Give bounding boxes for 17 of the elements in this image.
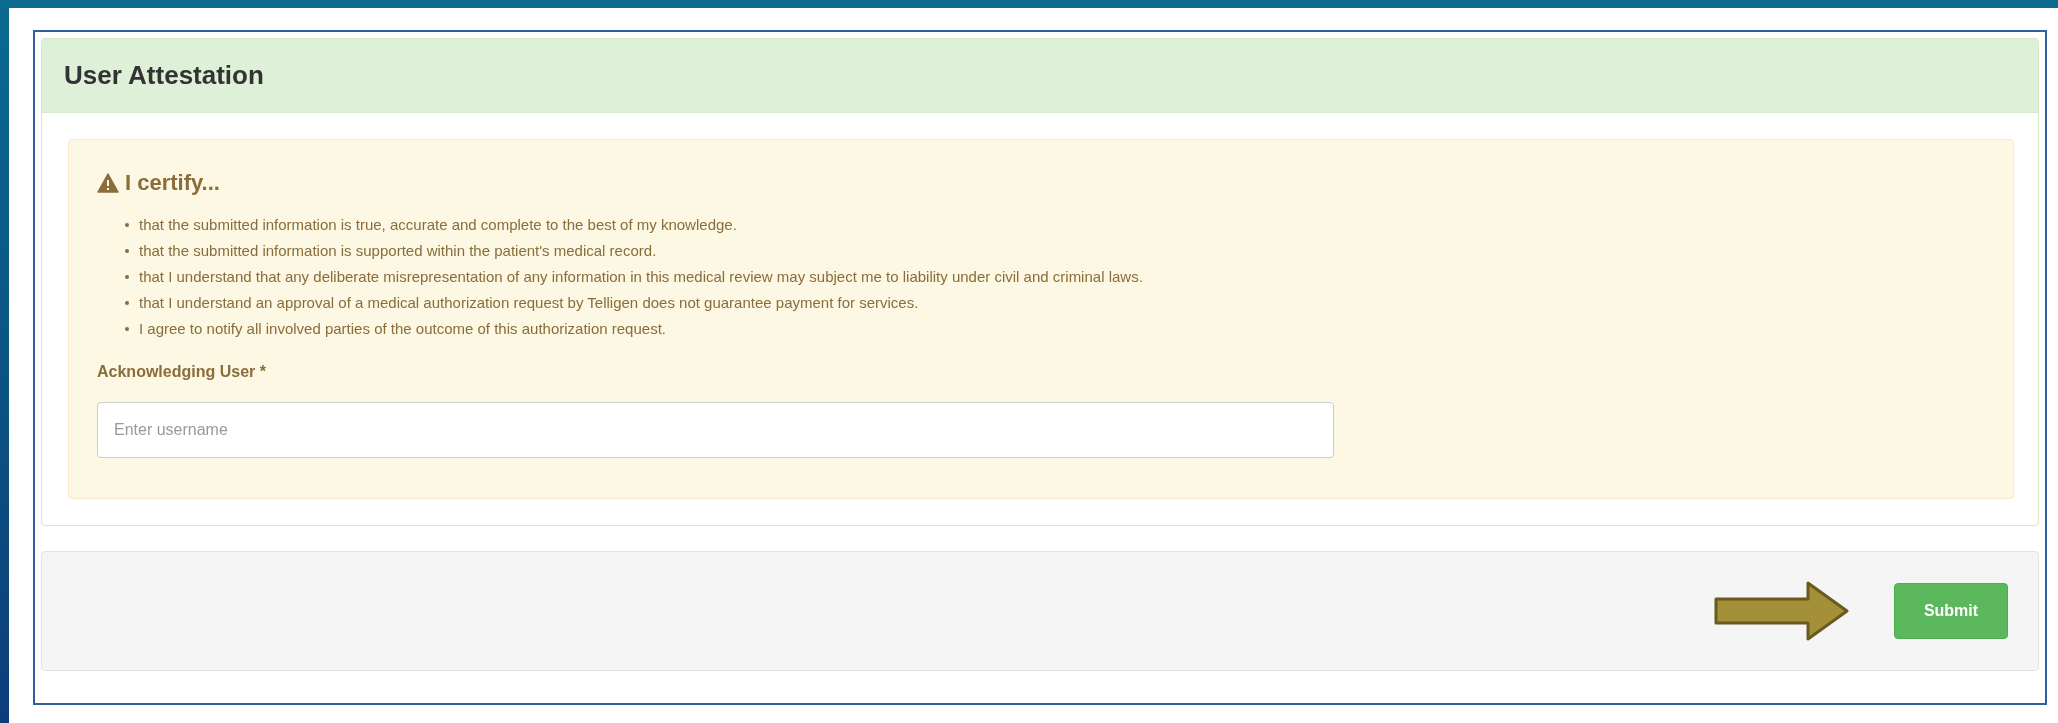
certify-item: that I understand that any deliberate misrepresentation of any information in this medical review may subject me to liability under civil and criminal laws.: [139, 267, 1143, 286]
username-field[interactable]: Enter username: [97, 402, 1334, 458]
panel-title: User Attestation: [64, 59, 264, 92]
certify-item: that the submitted information is true, accurate and complete to the best of my knowledge.: [139, 215, 737, 234]
alert-heading: I certify...: [125, 169, 220, 197]
bullet-icon: [125, 249, 129, 253]
bullet-icon: [125, 223, 129, 227]
bullet-icon: [125, 327, 129, 331]
bullet-icon: [125, 301, 129, 305]
arrow-icon: [1714, 581, 1850, 641]
bullet-icon: [125, 275, 129, 279]
certify-item: that the submitted information is supported within the patient's medical record.: [139, 241, 657, 260]
field-label: Acknowledging User *: [97, 362, 267, 382]
certify-item: that I understand an approval of a medical authorization request by Telligen does not guarantee payment for services.: [139, 293, 919, 312]
warning-icon: [97, 172, 119, 193]
submit-button[interactable]: Submit: [1894, 583, 2008, 639]
certify-item: I agree to notify all involved parties of the outcome of this authorization request.: [139, 319, 666, 338]
